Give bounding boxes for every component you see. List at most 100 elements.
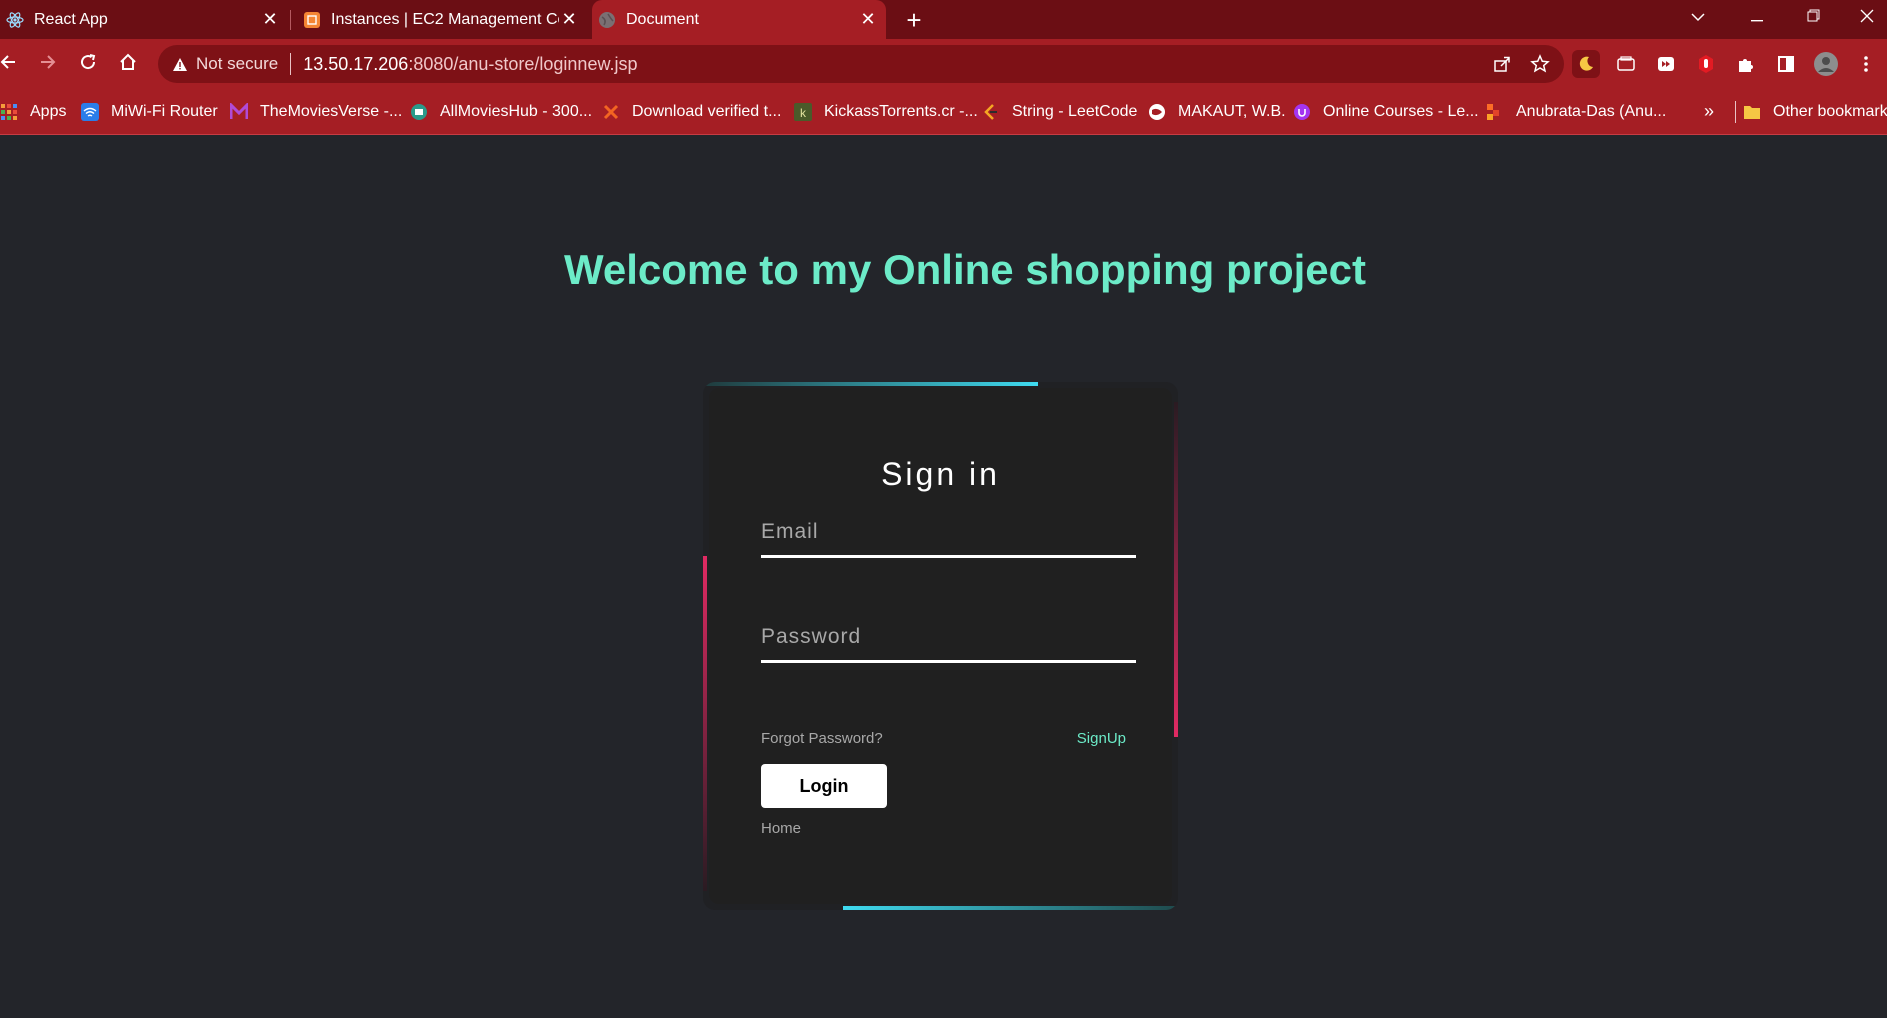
tab-document[interactable]: Document ✕ <box>592 0 886 39</box>
close-window-button[interactable] <box>1845 0 1887 36</box>
tab-strip: React App ✕ Instances | EC2 Management C… <box>0 0 1887 39</box>
bookmark-allmovieshub[interactable]: AllMoviesHub - 300... <box>410 102 592 122</box>
reload-button[interactable] <box>72 48 104 80</box>
signin-card: Sign in Forgot Password? SignUp Login Ho… <box>703 382 1178 910</box>
gitlab-icon <box>1486 103 1504 121</box>
moon-icon[interactable] <box>1572 50 1600 78</box>
reload-icon <box>79 51 97 77</box>
bookmarks-divider <box>1735 101 1736 123</box>
email-field[interactable] <box>761 512 1136 552</box>
home-icon <box>119 51 137 77</box>
leetcode-icon <box>982 103 1000 121</box>
page-title: Welcome to my Online shopping project <box>564 246 1366 293</box>
more-vert-icon[interactable] <box>1852 50 1880 78</box>
kickass-icon: k <box>794 103 812 121</box>
bookmark-label: MAKAUT, W.B. <box>1178 103 1286 120</box>
forgot-password-link[interactable]: Forgot Password? <box>761 730 883 752</box>
extensions-area <box>1572 48 1880 80</box>
bookmark-label: KickassTorrents.cr -... <box>824 103 978 120</box>
tab-search-button[interactable] <box>1676 0 1720 36</box>
bookmark-makaut[interactable]: MAKAUT, W.B. <box>1148 102 1286 122</box>
signup-link[interactable]: SignUp <box>1077 730 1126 752</box>
arrow-left-icon <box>0 51 17 77</box>
close-icon[interactable]: ✕ <box>260 9 280 30</box>
puzzle-icon[interactable] <box>1732 50 1760 78</box>
bookmark-kickass[interactable]: k KickassTorrents.cr -... <box>794 102 978 122</box>
omnibox-actions <box>1490 45 1552 83</box>
tab-title: Instances | EC2 Management Cor <box>331 10 559 28</box>
bookmark-leetcode[interactable]: String - LeetCode <box>982 102 1137 122</box>
login-button[interactable]: Login <box>761 764 887 808</box>
url-host: 13.50.17.206 <box>303 53 409 74</box>
tab-react-app[interactable]: React App ✕ <box>0 0 288 39</box>
bookmark-label: AllMoviesHub - 300... <box>440 103 593 120</box>
wifi-icon <box>81 103 99 121</box>
security-label: Not secure <box>196 54 279 73</box>
minimize-button[interactable] <box>1735 0 1779 36</box>
email-field-wrapper <box>761 512 1136 558</box>
bookmark-apps[interactable]: Apps <box>0 102 66 122</box>
allmovieshub-icon <box>410 103 428 121</box>
bookmark-label: Online Courses - Le... <box>1323 103 1479 120</box>
warning-icon[interactable] <box>170 54 190 74</box>
avatar[interactable] <box>1812 50 1840 78</box>
react-icon <box>6 11 24 29</box>
chevron-down-icon <box>1691 9 1705 27</box>
bookmark-other-bookmarks[interactable]: Other bookmarks <box>1743 102 1887 122</box>
home-button[interactable] <box>112 48 144 80</box>
restore-button[interactable] <box>1791 0 1835 36</box>
svg-text:k: k <box>800 106 807 120</box>
close-icon[interactable]: ✕ <box>858 9 878 30</box>
forward-button[interactable] <box>32 48 64 80</box>
bookmark-label: Other bookmarks <box>1773 103 1887 120</box>
home-link[interactable]: Home <box>761 820 801 837</box>
signin-heading: Sign in <box>881 456 1000 492</box>
back-button[interactable] <box>0 48 24 80</box>
tab-separator <box>290 10 291 30</box>
moviesverse-icon <box>230 103 248 121</box>
tab-title: React App <box>34 10 108 28</box>
fast-forward-icon[interactable] <box>1652 50 1680 78</box>
apps-grid-icon <box>0 103 18 121</box>
bookmark-label: Apps <box>30 103 67 120</box>
minimize-icon <box>1751 9 1763 27</box>
more-bookmarks-button[interactable]: » <box>1704 101 1714 122</box>
x-logo-icon <box>602 103 620 121</box>
omnibox-divider <box>290 53 292 75</box>
card-accent-left <box>703 556 707 891</box>
address-bar[interactable]: Not secure 13.50.17.206:8080/anu-store/l… <box>158 45 1564 83</box>
tab-ec2-instances[interactable]: Instances | EC2 Management Cor ✕ <box>297 0 587 39</box>
bookmark-moviesverse[interactable]: TheMoviesVerse -... <box>230 102 402 122</box>
bookmark-download-verified[interactable]: Download verified t... <box>602 102 781 122</box>
new-tab-button[interactable]: + <box>900 5 928 35</box>
udemy-icon <box>1293 103 1311 121</box>
browser-toolbar: Not secure 13.50.17.206:8080/anu-store/l… <box>0 39 1887 89</box>
globe-icon <box>598 11 616 29</box>
wallet-icon[interactable] <box>1612 50 1640 78</box>
url-path: :8080/anu-store/loginnew.jsp <box>408 53 638 74</box>
bookmark-label: String - LeetCode <box>1012 103 1138 120</box>
page-content: Welcome to my Online shopping project Si… <box>0 136 1887 1018</box>
bookmarks-bar: Apps MiWi-Fi Router TheMoviesVerse -... … <box>0 89 1887 135</box>
stop-hand-icon[interactable] <box>1692 50 1720 78</box>
star-icon[interactable] <box>1528 52 1552 76</box>
form-links: Forgot Password? SignUp <box>761 730 1126 752</box>
bookmark-gitlab[interactable]: Anubrata-Das (Anu... <box>1486 102 1666 122</box>
restore-icon <box>1807 9 1820 27</box>
bookmark-label: Download verified t... <box>632 103 782 120</box>
card-accent-bottom <box>843 906 1178 910</box>
bookmark-udemy[interactable]: Online Courses - Le... <box>1293 102 1479 122</box>
makaut-icon <box>1148 103 1166 121</box>
close-icon[interactable]: ✕ <box>559 9 579 30</box>
password-field[interactable] <box>761 617 1136 657</box>
side-panel-icon[interactable] <box>1772 50 1800 78</box>
bookmark-label: MiWi-Fi Router <box>111 103 218 120</box>
password-field-wrapper <box>761 617 1136 663</box>
folder-icon <box>1743 103 1761 121</box>
close-icon <box>1860 9 1874 28</box>
card-accent-top <box>703 382 1038 386</box>
tab-title: Document <box>626 10 699 28</box>
bookmark-miwifi[interactable]: MiWi-Fi Router <box>81 102 218 122</box>
arrow-right-icon <box>39 51 57 77</box>
share-icon[interactable] <box>1490 52 1514 76</box>
